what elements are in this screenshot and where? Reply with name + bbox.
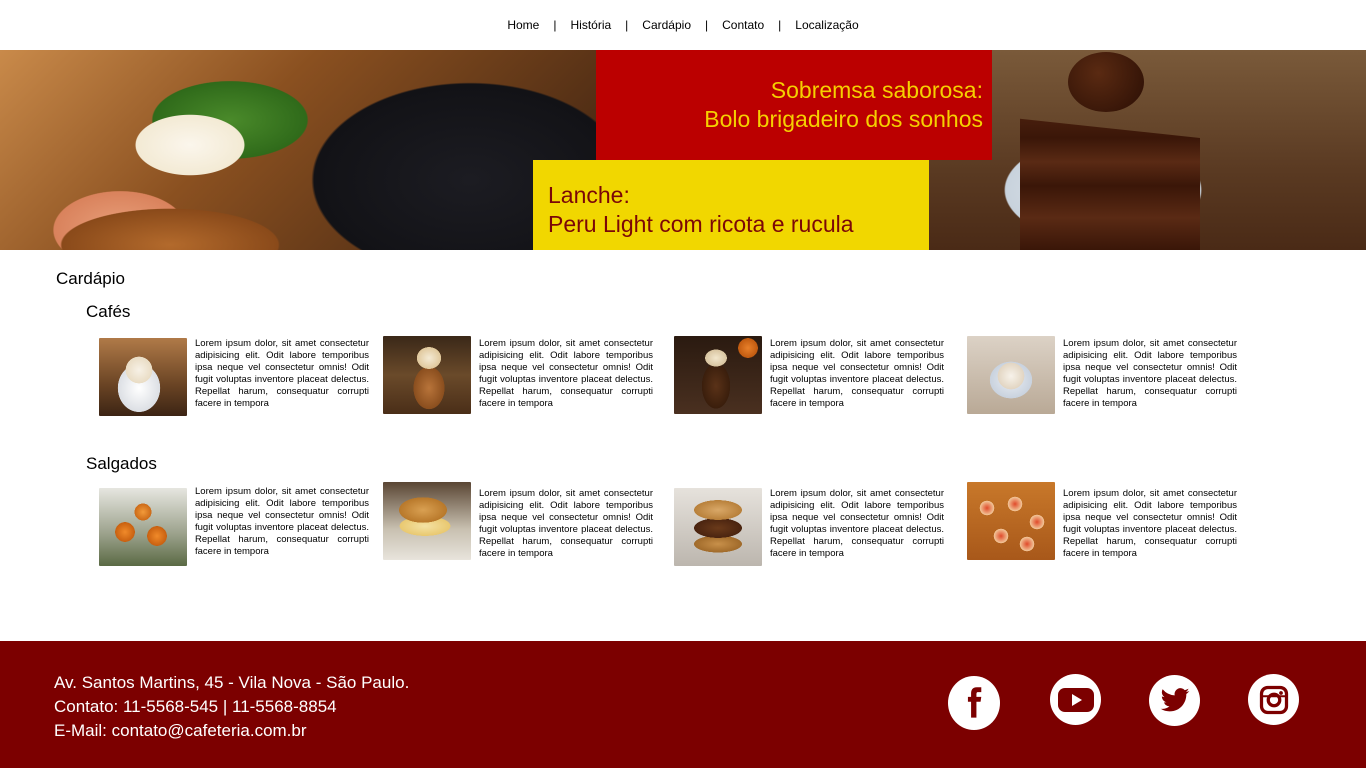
dessert-promo-title: Sobremsa saborosa: bbox=[770, 77, 983, 103]
item-description: Lorem ipsum dolor, sit amet consectetur … bbox=[770, 488, 944, 559]
menu-item: Lorem ipsum dolor, sit amet consectetur … bbox=[383, 482, 655, 568]
twitter-icon[interactable] bbox=[1149, 675, 1200, 726]
menu-item: Lorem ipsum dolor, sit amet consectetur … bbox=[674, 336, 946, 418]
item-image-coxinha bbox=[99, 488, 187, 566]
menu-title: Cardápio bbox=[56, 269, 125, 288]
top-nav: Home | História | Cardápio | Contato | L… bbox=[0, 0, 1366, 50]
youtube-icon[interactable] bbox=[1050, 674, 1101, 725]
nav-separator: | bbox=[553, 18, 557, 32]
item-image-hot-chocolate bbox=[967, 336, 1055, 414]
menu-item: Lorem ipsum dolor, sit amet consectetur … bbox=[967, 336, 1239, 418]
item-description: Lorem ipsum dolor, sit amet consectetur … bbox=[1063, 338, 1237, 409]
snack-promo-title: Lanche: bbox=[548, 182, 630, 208]
footer-phone: Contato: 11-5568-545 | 11-5568-8854 bbox=[54, 697, 337, 716]
footer-address: Av. Santos Martins, 45 - Vila Nova - São… bbox=[54, 673, 410, 692]
category-title-salgados: Salgados bbox=[86, 454, 157, 473]
item-image-cappuccino bbox=[99, 338, 187, 416]
snack-promo-name: Peru Light com ricota e rucula bbox=[548, 211, 854, 237]
dessert-promo-name: Bolo brigadeiro dos sonhos bbox=[704, 106, 983, 132]
menu-item: Lorem ipsum dolor, sit amet consectetur … bbox=[674, 488, 946, 568]
item-image-mini-pizzas bbox=[967, 482, 1055, 560]
item-image-croissant bbox=[383, 482, 471, 560]
menu-item: Lorem ipsum dolor, sit amet consectetur … bbox=[99, 338, 371, 418]
snack-promo-box: Lanche: Peru Light com ricota e rucula bbox=[533, 160, 929, 250]
nav-contato-link[interactable]: Contato bbox=[722, 18, 764, 32]
footer-email: E-Mail: contato@cafeteria.com.br bbox=[54, 721, 307, 740]
menu-item: Lorem ipsum dolor, sit amet consectetur … bbox=[99, 486, 371, 566]
category-title-cafes: Cafés bbox=[86, 302, 131, 321]
nav-historia-link[interactable]: História bbox=[570, 18, 611, 32]
item-description: Lorem ipsum dolor, sit amet consectetur … bbox=[195, 486, 369, 557]
menu-item: Lorem ipsum dolor, sit amet consectetur … bbox=[383, 336, 655, 418]
item-description: Lorem ipsum dolor, sit amet consectetur … bbox=[1063, 488, 1237, 559]
item-description: Lorem ipsum dolor, sit amet consectetur … bbox=[479, 338, 653, 409]
hero-image-sandwich bbox=[0, 50, 600, 250]
item-description: Lorem ipsum dolor, sit amet consectetur … bbox=[479, 488, 653, 559]
cake-brigadeiro-topping bbox=[1068, 52, 1144, 112]
nav-cardapio-link[interactable]: Cardápio bbox=[642, 18, 691, 32]
item-description: Lorem ipsum dolor, sit amet consectetur … bbox=[195, 338, 369, 409]
dessert-promo-box: Sobremsa saborosa: Bolo brigadeiro dos s… bbox=[596, 50, 992, 160]
contact-info: Av. Santos Martins, 45 - Vila Nova - São… bbox=[54, 671, 409, 743]
item-image-sandwich bbox=[674, 488, 762, 566]
nav-separator: | bbox=[625, 18, 629, 32]
nav-home-link[interactable]: Home bbox=[507, 18, 539, 32]
item-description: Lorem ipsum dolor, sit amet consectetur … bbox=[770, 338, 944, 409]
nav-separator: | bbox=[705, 18, 709, 32]
instagram-icon[interactable] bbox=[1248, 674, 1299, 725]
nav-localizacao-link[interactable]: Localização bbox=[795, 18, 858, 32]
facebook-icon[interactable] bbox=[948, 676, 1000, 730]
menu-item: Lorem ipsum dolor, sit amet consectetur … bbox=[967, 482, 1239, 568]
item-image-mocha bbox=[674, 336, 762, 414]
item-image-caramel-latte bbox=[383, 336, 471, 414]
nav-separator: | bbox=[778, 18, 782, 32]
footer: Av. Santos Martins, 45 - Vila Nova - São… bbox=[0, 641, 1366, 768]
